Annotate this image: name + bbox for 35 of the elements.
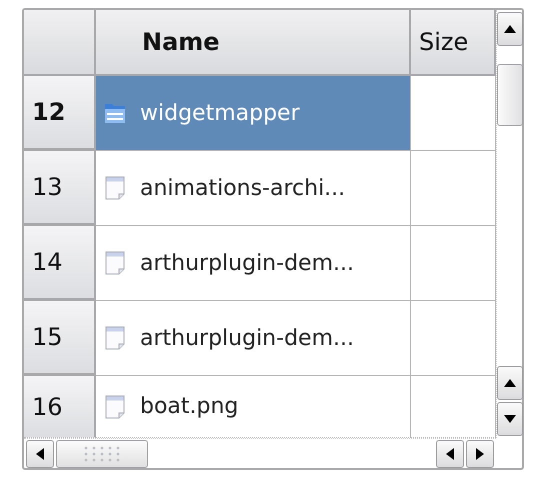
scroll-left-button[interactable]: [26, 440, 54, 468]
file-name: animations-archi...: [140, 176, 346, 200]
scroll-up-button[interactable]: [496, 366, 522, 400]
file-icon: [104, 394, 126, 418]
file-icon: [104, 326, 126, 350]
down-arrow-icon: [504, 415, 516, 423]
row-header[interactable]: 15: [24, 301, 96, 376]
right-arrow-icon: [476, 448, 484, 460]
file-icon: [104, 176, 126, 200]
file-name: arthurplugin-dem...: [140, 250, 354, 276]
selected-row-highlight[interactable]: widgetmapper: [96, 76, 411, 151]
row-header[interactable]: 12: [24, 76, 96, 151]
vertical-scrollbar[interactable]: [496, 10, 522, 438]
scroll-up-button[interactable]: [496, 12, 522, 46]
column-header[interactable]: Size: [411, 10, 496, 76]
grip-icon: [82, 444, 122, 462]
up-arrow-icon: [504, 379, 516, 387]
scroll-down-button[interactable]: [496, 402, 522, 436]
row-header[interactable]: 16: [24, 376, 96, 438]
left-arrow-icon: [36, 448, 44, 460]
left-arrow-icon: [446, 448, 454, 460]
file-icon: [104, 251, 126, 275]
row-header[interactable]: 13: [24, 151, 96, 226]
up-arrow-icon: [504, 25, 516, 33]
file-name: boat.png: [140, 394, 238, 419]
file-name: arthurplugin-dem...: [140, 326, 354, 350]
scrollbar-thumb[interactable]: [56, 440, 148, 468]
column-header[interactable]: Name: [96, 10, 411, 76]
row-header[interactable]: 14: [24, 226, 96, 301]
scrollbar-thumb[interactable]: [496, 64, 522, 126]
scroll-right-button[interactable]: [466, 440, 494, 468]
folder-icon: [104, 101, 126, 125]
horizontal-scrollbar[interactable]: [24, 438, 496, 468]
scroll-left-button[interactable]: [436, 440, 464, 468]
file-name: widgetmapper: [140, 100, 300, 126]
